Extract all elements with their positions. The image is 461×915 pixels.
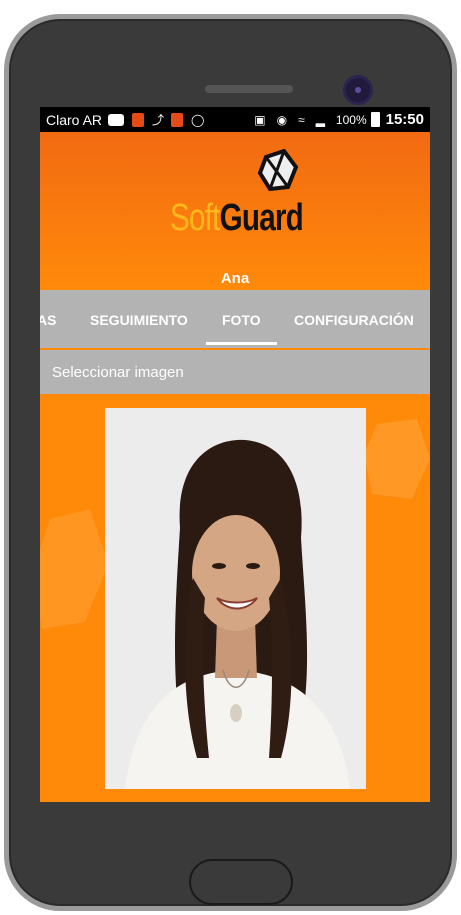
status-bar: Claro AR ⤴ ◯ ▣ ◉ ≈ ▂ 100% 15:50 [40,107,430,132]
nfc-icon: ⤴ [152,113,165,127]
app-screen: Claro AR ⤴ ◯ ▣ ◉ ≈ ▂ 100% 15:50 SoftGuar… [40,107,430,802]
message-icon [108,113,125,126]
signal-icon: ▂ [315,112,325,127]
speaker-grille [205,85,293,93]
person-portrait-image [105,408,366,789]
notification-icon-2 [171,112,184,127]
home-button[interactable] [189,859,293,905]
logo-soft-text: Soft [170,197,220,239]
user-name: Ana [220,270,250,287]
select-image-label: Seleccionar imagen [52,364,184,381]
softguard-logo: SoftGuard [170,149,310,247]
photo-area [40,394,430,802]
app-header: SoftGuard Ana [40,132,430,290]
wifi-icon: ≈ [298,112,305,127]
battery-percent: 100% [335,112,367,127]
bulb-icon: ◯ [191,112,205,127]
select-image-button[interactable]: Seleccionar imagen [40,350,430,394]
tab-alarmas[interactable]: AS [40,312,56,328]
tab-foto[interactable]: FOTO [206,312,277,345]
profile-photo[interactable] [105,408,366,789]
notification-icon [132,112,145,127]
clock: 15:50 [385,111,424,128]
cast-icon: ▣ [254,112,266,127]
hexagon-decoration-2 [364,419,430,499]
logo-guard-text: Guard [219,197,304,239]
location-icon: ◉ [276,112,288,127]
hexagon-decoration [40,509,108,629]
tab-bar: AS SEGUIMIENTO FOTO CONFIGURACIÓN [40,290,430,348]
battery-icon [370,112,380,127]
carrier-label: Claro AR [46,111,103,128]
tab-seguimiento[interactable]: SEGUIMIENTO [90,312,188,328]
logo-wordmark: SoftGuard [170,197,304,239]
front-camera [343,75,373,105]
tab-configuracion[interactable]: CONFIGURACIÓN [294,312,414,328]
